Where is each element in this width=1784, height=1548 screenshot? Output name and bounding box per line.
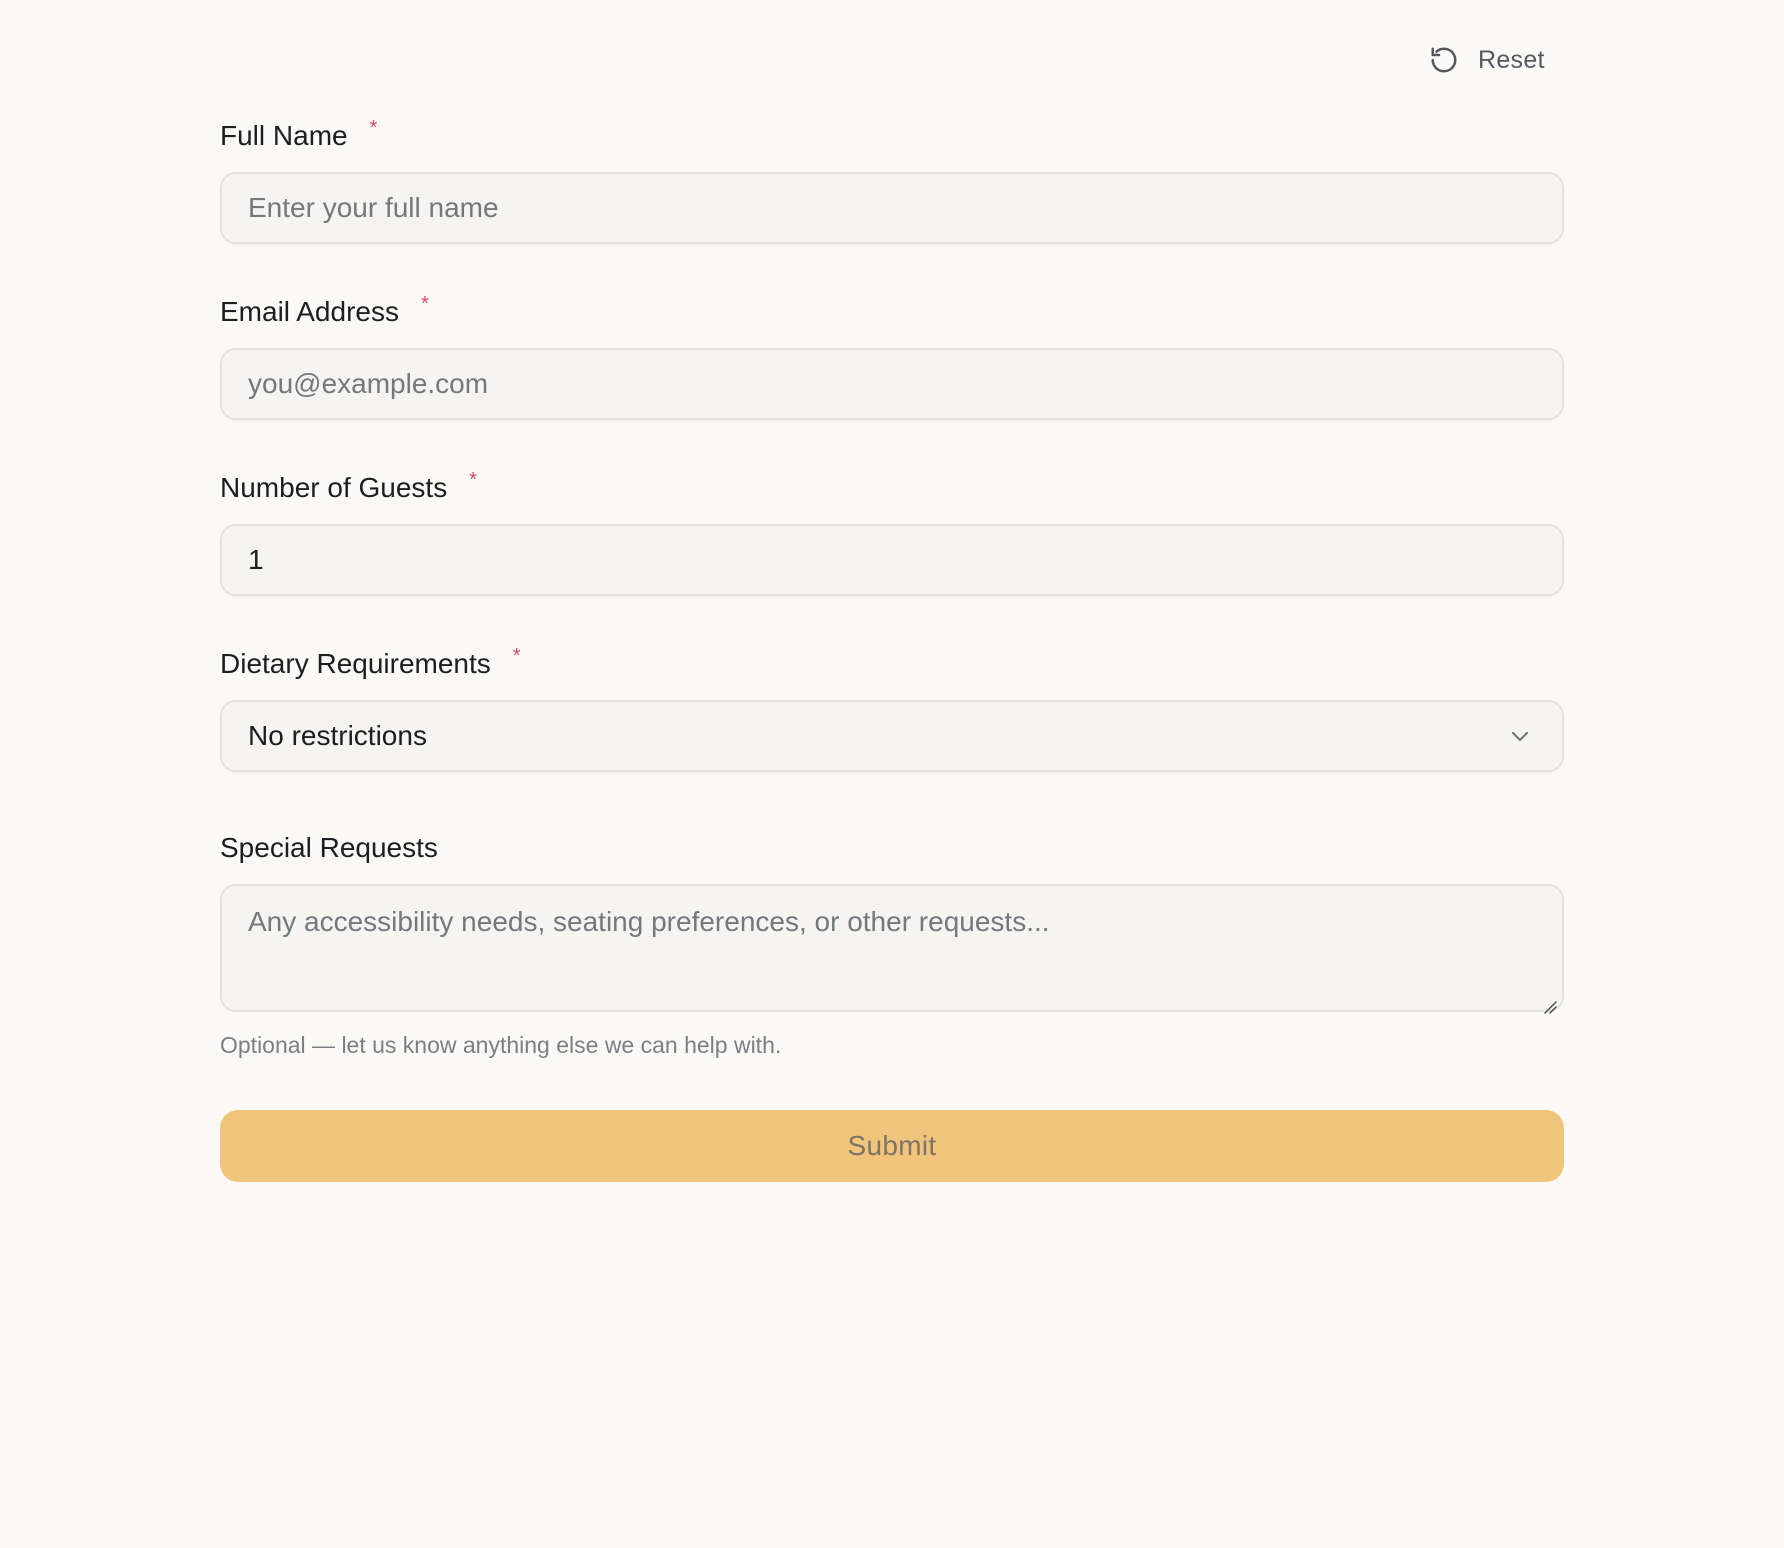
dietary-label: Dietary Requirements: [220, 648, 491, 679]
full-name-label-row: Full Name *: [220, 116, 1564, 156]
email-input[interactable]: you@example.com: [220, 348, 1564, 420]
dietary-group: Dietary Requirements * No restrictions: [220, 644, 1564, 772]
email-label-row: Email Address *: [220, 292, 1564, 332]
special-requests-label: Special Requests: [220, 832, 438, 863]
dietary-label-row: Dietary Requirements *: [220, 644, 1564, 684]
special-requests-placeholder: Any accessibility needs, seating prefere…: [248, 906, 1050, 937]
resize-handle-icon[interactable]: [1542, 990, 1558, 1014]
page: Reset Full Name * Enter your full name E…: [0, 0, 1784, 1548]
reset-label: Reset: [1478, 45, 1545, 74]
chevron-down-icon: [1506, 722, 1534, 750]
rsvp-form: Full Name * Enter your full name Email A…: [220, 116, 1564, 1059]
special-requests-hint: Optional — let us know anything else we …: [220, 1032, 782, 1058]
reset-button[interactable]: Reset: [1420, 36, 1569, 84]
guests-label-row: Number of Guests *: [220, 468, 1564, 508]
full-name-placeholder: Enter your full name: [248, 192, 499, 223]
required-marker: *: [469, 468, 477, 491]
full-name-label: Full Name: [220, 120, 348, 151]
full-name-input[interactable]: Enter your full name: [220, 172, 1564, 244]
required-marker: *: [512, 644, 521, 667]
special-requests-textarea[interactable]: Any accessibility needs, seating prefere…: [220, 884, 1564, 1014]
special-requests-group: Special Requests Any accessibility needs…: [220, 828, 1564, 1059]
guests-value: 1: [248, 544, 264, 575]
email-label: Email Address: [220, 296, 399, 327]
guests-label: Number of Guests: [220, 472, 448, 503]
required-marker: *: [420, 292, 429, 315]
special-requests-label-row: Special Requests: [220, 828, 1564, 868]
dietary-select[interactable]: No restrictions: [220, 700, 1564, 772]
full-name-group: Full Name * Enter your full name: [220, 116, 1564, 244]
dietary-selected-value: No restrictions: [248, 720, 427, 751]
guests-input[interactable]: 1: [220, 524, 1564, 596]
required-marker: *: [369, 116, 378, 139]
guests-group: Number of Guests * 1: [220, 468, 1564, 596]
email-group: Email Address * you@example.com: [220, 292, 1564, 420]
email-placeholder: you@example.com: [248, 368, 489, 399]
rotate-ccw-icon: [1428, 44, 1460, 76]
submit-button[interactable]: Submit: [220, 1110, 1564, 1182]
